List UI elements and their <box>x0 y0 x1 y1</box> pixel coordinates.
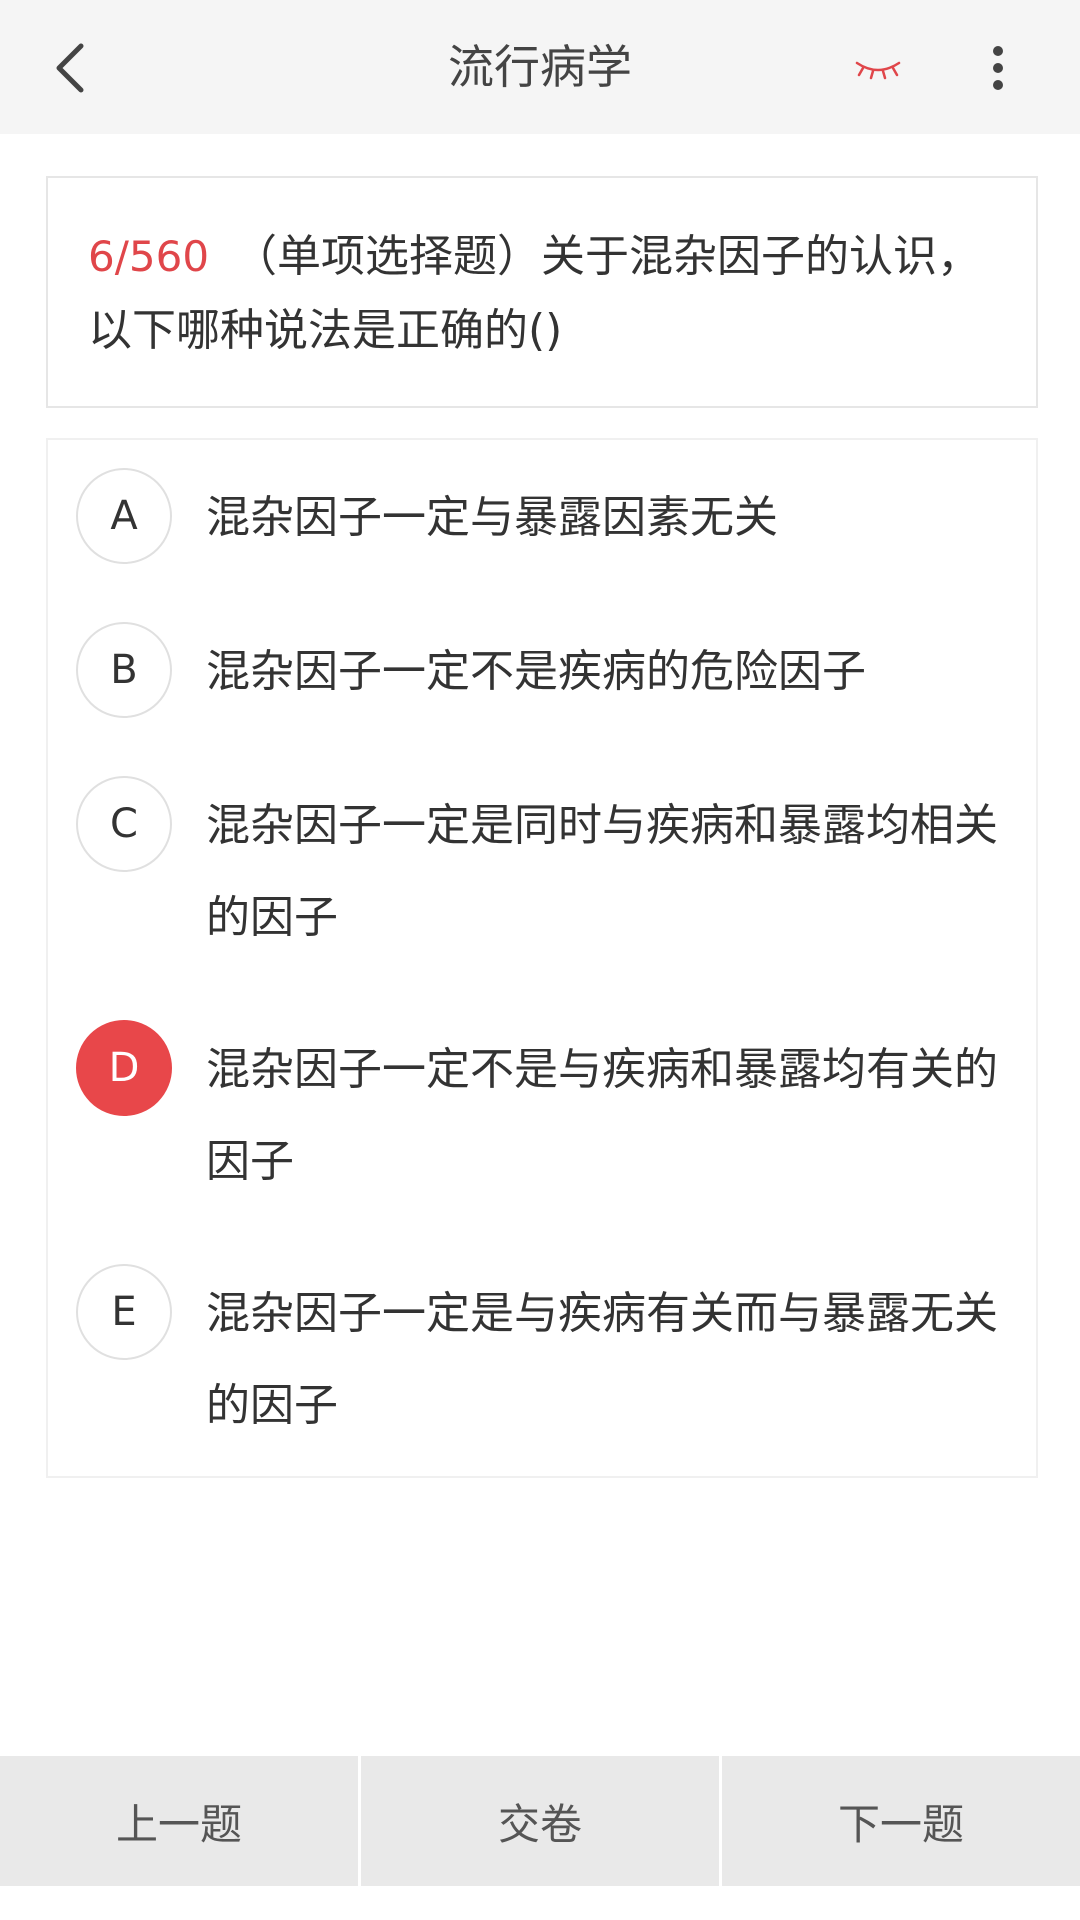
option-b[interactable]: B 混杂因子一定不是疾病的危险因子 <box>48 618 1036 748</box>
chevron-left-icon <box>56 43 84 93</box>
option-text: 混杂因子一定是与疾病有关而与暴露无关的因子 <box>206 1288 998 1431</box>
top-app-bar: 流行病学 <box>0 0 1080 134</box>
bottom-navigation-bar: 上一题 交卷 下一题 <box>0 1756 1080 1886</box>
more-vertical-icon <box>993 46 1003 90</box>
option-letter-circle-selected: D <box>76 1020 172 1116</box>
option-letter-circle: C <box>76 776 172 872</box>
option-letter-circle: A <box>76 468 172 564</box>
option-text: 混杂因子一定是同时与疾病和暴露均相关的因子 <box>206 800 998 943</box>
eye-closed-icon <box>855 61 901 80</box>
question-card: 6/560 （单项选择题）关于混杂因子的认识，以下哪种说法是正确的() <box>46 176 1038 408</box>
option-e[interactable]: E 混杂因子一定是与疾病有关而与暴露无关的因子 <box>48 1260 1036 1470</box>
option-text: 混杂因子一定不是疾病的危险因子 <box>206 646 866 697</box>
option-letter-circle: B <box>76 622 172 718</box>
submit-exam-button[interactable]: 交卷 <box>361 1756 719 1886</box>
option-c[interactable]: C 混杂因子一定是同时与疾病和暴露均相关的因子 <box>48 772 1036 982</box>
page-title: 流行病学 <box>448 40 632 94</box>
option-a[interactable]: A 混杂因子一定与暴露因素无关 <box>48 464 1036 594</box>
toggle-answer-visibility-button[interactable] <box>850 48 906 88</box>
option-text: 混杂因子一定与暴露因素无关 <box>206 492 778 543</box>
previous-question-button[interactable]: 上一题 <box>0 1756 358 1886</box>
options-list: A 混杂因子一定与暴露因素无关 B 混杂因子一定不是疾病的危险因子 C 混杂因子… <box>46 438 1038 1478</box>
question-text: （单项选择题）关于混杂因子的认识，以下哪种说法是正确的() <box>88 231 982 356</box>
option-d[interactable]: D 混杂因子一定不是与疾病和暴露均有关的因子 <box>48 1016 1036 1226</box>
next-question-button[interactable]: 下一题 <box>722 1756 1080 1886</box>
back-button[interactable] <box>40 38 100 98</box>
question-counter: 6/560 <box>88 232 210 281</box>
option-text: 混杂因子一定不是与疾病和暴露均有关的因子 <box>206 1044 998 1187</box>
more-options-button[interactable] <box>978 38 1018 98</box>
option-letter-circle: E <box>76 1264 172 1360</box>
